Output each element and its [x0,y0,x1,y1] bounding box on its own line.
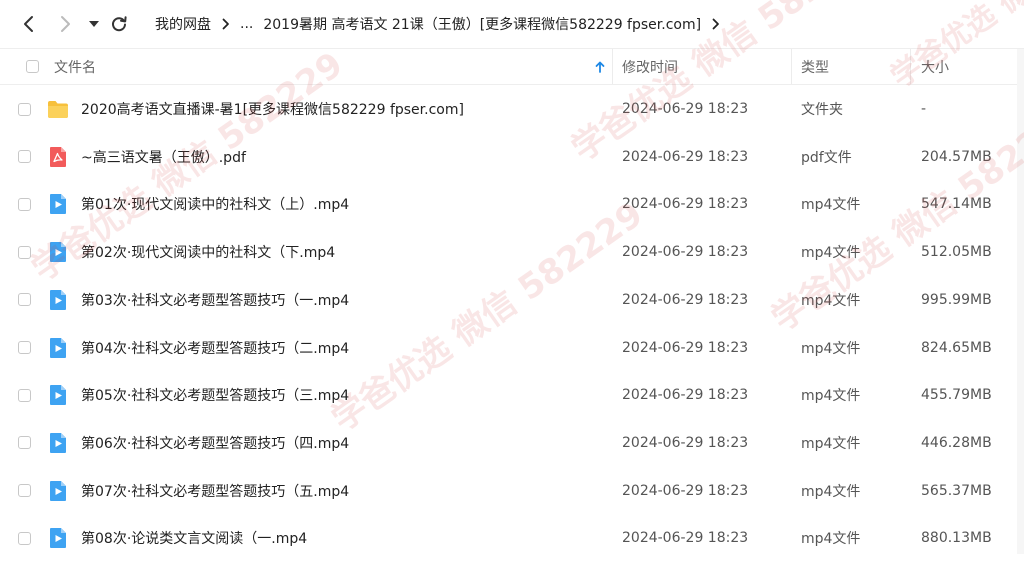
file-type: mp4文件 [801,388,861,405]
column-divider[interactable] [791,49,792,84]
file-row[interactable]: 第03次·社科文必考题型答题技巧（一.mp4 2024-06-29 18:23 mp… [0,276,1017,324]
file-type: 文件夹 [801,102,843,118]
file-type: mp4文件 [801,197,861,214]
column-header-modified[interactable]: 修改时间 [622,49,678,84]
file-name[interactable]: 2020高考语文直播课-暑1[更多课程微信582229 fpser.com] [81,85,464,133]
file-name[interactable]: 第07次·社科文必考题型答题技巧（五.mp4 [81,467,349,515]
breadcrumb-ellipsis[interactable]: ... [240,16,253,32]
file-row[interactable]: 第02次·现代文阅读中的社科文（下.mp4 2024-06-29 18:23 mp4… [0,228,1017,276]
chevron-left-icon [24,16,33,32]
file-modified: 2024-06-29 18:23 [622,530,749,547]
file-row[interactable]: 第01次·现代文阅读中的社科文（上）.mp4 2024-06-29 18:23 mp… [0,180,1017,228]
file-size: 446.28MB [921,434,992,451]
file-modified: 2024-06-29 18:23 [622,434,749,451]
back-button[interactable] [20,14,36,34]
forward-button[interactable] [58,14,74,34]
file-name[interactable]: 第06次·社科文必考题型答题技巧（四.mp4 [81,419,349,467]
sort-ascending-icon[interactable] [595,49,605,84]
file-name[interactable]: 第01次·现代文阅读中的社科文（上）.mp4 [81,180,349,228]
row-checkbox[interactable] [18,293,31,307]
breadcrumb-current[interactable]: 2019暑期 高考语文 21课（王傲）[更多课程微信582229 fpser.c… [263,14,701,34]
file-size: - [921,101,927,117]
column-header-name[interactable]: 文件名 [54,49,96,84]
file-type: mp4文件 [801,531,861,548]
refresh-icon [112,16,127,32]
column-divider[interactable] [910,49,911,84]
breadcrumb-root[interactable]: 我的网盘 [155,14,211,34]
file-modified: 2024-06-29 18:23 [622,291,749,308]
file-name[interactable]: 第04次·社科文必考题型答题技巧（二.mp4 [81,324,349,372]
file-name[interactable]: 第05次·社科文必考题型答题技巧（三.mp4 [81,371,349,419]
file-list-header: 文件名 修改时间 类型 大小 [0,49,1024,84]
file-type: mp4文件 [801,435,861,452]
row-checkbox[interactable] [18,436,31,450]
video-icon [46,324,70,372]
file-modified: 2024-06-29 18:23 [622,148,749,165]
file-size: 824.65MB [921,339,992,356]
folder-icon [46,85,70,133]
file-size: 512.05MB [921,244,992,261]
file-name[interactable]: 第03次·社科文必考题型答题技巧（一.mp4 [81,276,349,324]
video-icon [46,276,70,324]
file-size: 455.79MB [921,387,992,404]
file-row[interactable]: 第04次·社科文必考题型答题技巧（二.mp4 2024-06-29 18:23 mp… [0,324,1017,372]
top-toolbar: 我的网盘 ... 2019暑期 高考语文 21课（王傲）[更多课程微信58222… [0,0,1024,48]
row-checkbox[interactable] [18,245,31,259]
file-row[interactable]: 第07次·社科文必考题型答题技巧（五.mp4 2024-06-29 18:23 mp… [0,467,1017,515]
file-row[interactable]: 第06次·社科文必考题型答题技巧（四.mp4 2024-06-29 18:23 mp… [0,419,1017,467]
vertical-scrollbar[interactable] [1017,49,1024,554]
video-icon [46,514,70,562]
video-icon [46,419,70,467]
file-modified: 2024-06-29 18:23 [622,101,749,117]
file-size: 547.14MB [921,196,992,213]
file-name[interactable]: 第02次·现代文阅读中的社科文（下.mp4 [81,228,335,276]
video-icon [46,180,70,228]
file-size: 995.99MB [921,291,992,308]
column-divider[interactable] [612,49,613,84]
file-modified: 2024-06-29 18:23 [622,482,749,499]
row-checkbox[interactable] [18,388,31,402]
breadcrumb-separator-icon [712,18,720,30]
file-row[interactable]: 第05次·社科文必考题型答题技巧（三.mp4 2024-06-29 18:23 mp… [0,371,1017,419]
file-modified: 2024-06-29 18:23 [622,339,749,356]
refresh-button[interactable] [110,14,128,34]
file-row[interactable]: 第08次·论说类文言文阅读（一.mp4 2024-06-29 18:23 mp4文件… [0,514,1017,562]
file-size: 880.13MB [921,530,992,547]
chevron-right-icon [61,16,70,32]
breadcrumb-separator-icon [222,18,230,30]
row-checkbox[interactable] [18,150,31,164]
pdf-icon [46,133,70,181]
breadcrumb: 我的网盘 ... 2019暑期 高考语文 21课（王傲）[更多课程微信58222… [155,13,730,35]
caret-down-icon [89,21,99,27]
file-modified: 2024-06-29 18:23 [622,196,749,213]
file-size: 204.57MB [921,148,992,165]
file-row[interactable]: 2020高考语文直播课-暑1[更多课程微信582229 fpser.com] 20… [0,85,1017,133]
history-dropdown-button[interactable] [88,14,100,34]
row-checkbox[interactable] [18,341,31,354]
file-type: mp4文件 [801,483,861,500]
file-type: mp4文件 [801,340,861,357]
select-all-checkbox[interactable] [26,60,39,73]
row-checkbox[interactable] [18,102,31,116]
file-type: mp4文件 [801,245,861,262]
video-icon [46,371,70,419]
column-header-type[interactable]: 类型 [801,49,829,84]
file-name[interactable]: ~高三语文暑（王傲）.pdf [81,133,246,181]
row-checkbox[interactable] [18,197,31,211]
file-size: 565.37MB [921,482,992,499]
video-icon [46,228,70,276]
video-icon [46,467,70,515]
row-checkbox[interactable] [18,484,31,498]
file-type: mp4文件 [801,292,861,309]
file-type: pdf文件 [801,149,852,166]
file-row[interactable]: ~高三语文暑（王傲）.pdf 2024-06-29 18:23 pdf文件 204.5… [0,133,1017,181]
file-modified: 2024-06-29 18:23 [622,387,749,404]
row-checkbox[interactable] [18,531,31,545]
column-header-size[interactable]: 大小 [921,49,949,84]
file-name[interactable]: 第08次·论说类文言文阅读（一.mp4 [81,514,307,562]
file-modified: 2024-06-29 18:23 [622,244,749,261]
